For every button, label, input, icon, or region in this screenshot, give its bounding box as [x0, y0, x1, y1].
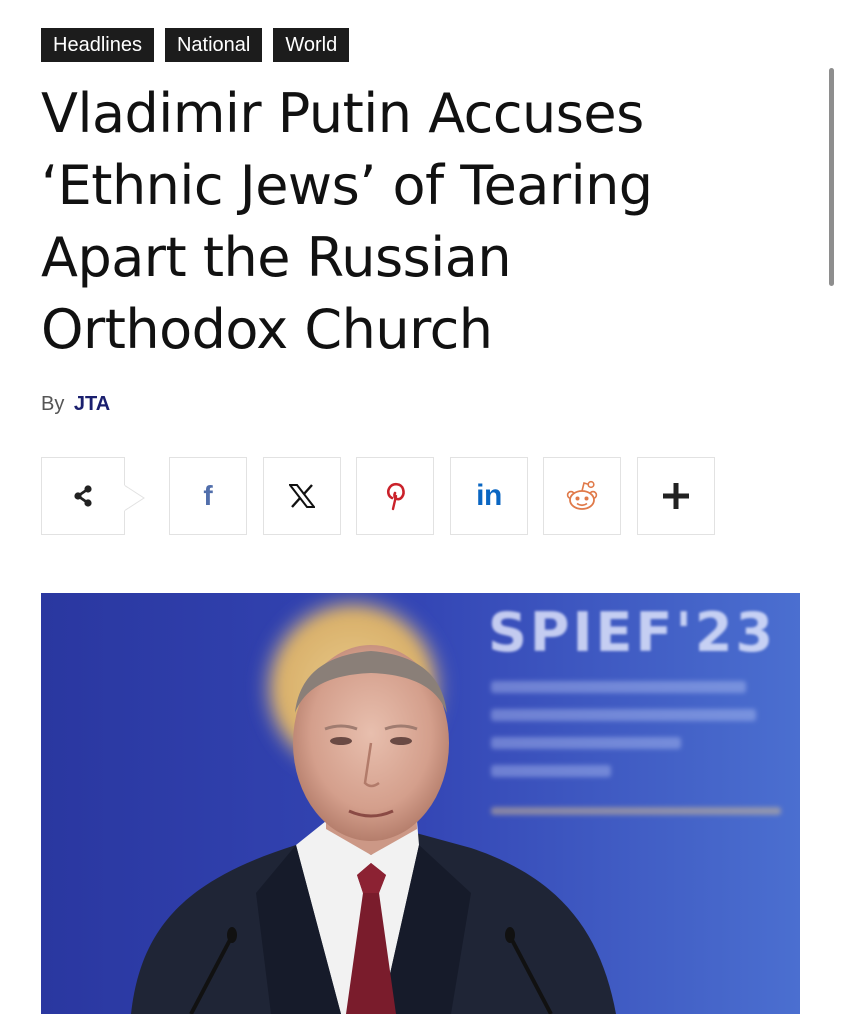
byline-prefix: By	[41, 393, 65, 415]
headline-line: ‘Ethnic Jews’ of Tearing	[41, 154, 653, 217]
byline: By JTA	[41, 393, 110, 416]
tag-headlines[interactable]: Headlines	[41, 28, 154, 62]
headline-line: Vladimir Putin Accuses	[41, 82, 644, 145]
tag-national[interactable]: National	[164, 28, 263, 62]
share-bar: f in	[0, 457, 841, 537]
plus-icon	[661, 481, 691, 511]
headline-line: Orthodox Church	[41, 298, 493, 361]
scrollbar[interactable]	[829, 68, 834, 286]
x-share-button[interactable]	[263, 457, 341, 535]
article-page: Headlines National World Vladimir Putin …	[0, 0, 841, 1024]
category-tags: Headlines National World	[41, 28, 350, 62]
linkedin-share-button[interactable]: in	[450, 457, 528, 535]
linkedin-icon: in	[476, 479, 502, 512]
reddit-share-button[interactable]	[543, 457, 621, 535]
pinterest-icon	[384, 481, 406, 511]
facebook-share-button[interactable]: f	[169, 457, 247, 535]
author-link[interactable]: JTA	[74, 393, 110, 415]
share-icon	[70, 483, 96, 509]
headline-line: Apart the Russian	[41, 226, 512, 289]
tag-world[interactable]: World	[273, 28, 350, 62]
photo-backdrop-text: SPIEF'23	[488, 601, 777, 664]
more-share-button[interactable]	[637, 457, 715, 535]
article-photo: SPIEF'23	[41, 593, 800, 1014]
share-button[interactable]	[41, 457, 125, 535]
reddit-icon	[564, 480, 600, 512]
x-icon	[289, 484, 315, 508]
article-headline: Vladimir Putin Accuses ‘Ethnic Jews’ of …	[41, 78, 801, 366]
facebook-icon: f	[203, 480, 213, 511]
pinterest-share-button[interactable]	[356, 457, 434, 535]
